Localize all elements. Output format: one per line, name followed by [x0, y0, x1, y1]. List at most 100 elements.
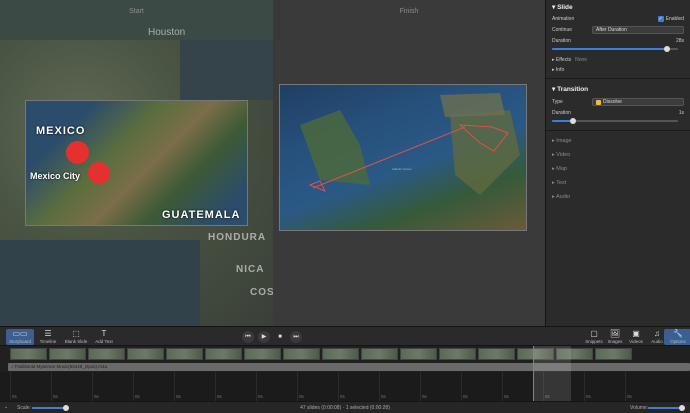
map-label-guatemala: GUATEMALA [162, 209, 241, 221]
section-text[interactable]: ▸ Text [546, 176, 690, 190]
audio-file-name: Traditional Myanmar Music(53448_Opus).m4… [14, 364, 108, 369]
slide-duration-slider[interactable] [552, 46, 684, 52]
slider-fill [648, 407, 681, 409]
section-video[interactable]: ▸ Video [546, 148, 690, 162]
start-label: Start [129, 8, 144, 15]
slide-thumbnail[interactable] [10, 348, 47, 360]
slider-fill [552, 120, 571, 122]
continue-select[interactable]: After Duration [592, 26, 684, 34]
selected-slide-range[interactable] [533, 346, 571, 401]
storyboard-icon: ▭▭ [12, 329, 28, 338]
transition-section-title: Transition [557, 86, 589, 93]
map-label-mexico-city: Mexico City [30, 171, 81, 181]
map-pin-marker[interactable] [88, 162, 110, 184]
stop-button[interactable]: ■ [274, 331, 286, 343]
transition-type-select[interactable]: Dissolve [592, 98, 684, 106]
ruler-tick [625, 372, 626, 401]
section-image[interactable]: ▸ Image [546, 134, 690, 148]
slide-section-header[interactable]: ▾ Slide [546, 0, 690, 14]
slide-thumbnails-row [10, 348, 690, 360]
add-text-button[interactable]: T Add Text [90, 329, 118, 345]
slide-thumbnail[interactable] [400, 348, 437, 360]
slide-duration-label: Duration [552, 38, 571, 44]
timeline-button[interactable]: ☰ Timeline [34, 329, 62, 345]
slide-thumbnail[interactable] [595, 348, 632, 360]
effects-label: Effects [555, 57, 572, 63]
timeline-ruler[interactable]: 0s 0s 0s 0s 0s 0s 0s 0s 0s 0s 0s 0s 0s 0s 0s 0s [0, 372, 690, 401]
slide-thumbnail[interactable] [88, 348, 125, 360]
landmass-europe [440, 93, 505, 117]
slider-knob[interactable] [664, 46, 671, 52]
toolbar-button-label: Videos [629, 339, 643, 344]
checkbox-checked-icon: ✓ [657, 16, 664, 22]
ruler-label: 0s [94, 394, 99, 399]
enabled-checkbox[interactable]: ✓ Enabled [657, 16, 684, 22]
effects-value: None [575, 57, 588, 63]
landmass-europe-africa [450, 110, 520, 195]
inspector-panel: ▾ Slide Animation ✓ Enabled Continue Aft… [545, 0, 690, 326]
toolbar-button-label: Add Text [95, 339, 113, 344]
ruler-label: 0s [258, 394, 263, 399]
toolbar-button-label: Audio [651, 339, 663, 344]
section-map[interactable]: ▸ Map [546, 162, 690, 176]
section-label: Audio [556, 194, 571, 200]
next-slide-button[interactable]: ⏭ [290, 331, 302, 343]
bg-label-houston: Houston [148, 27, 186, 38]
section-label: Image [556, 138, 572, 144]
slide-duration-value: 28s [675, 38, 684, 44]
slide-thumbnail[interactable] [244, 348, 281, 360]
ruler-label: 0s [627, 394, 632, 399]
slide-thumbnail[interactable] [283, 348, 320, 360]
storyboard-button[interactable]: ▭▭ Storyboard [6, 329, 34, 345]
audio-track[interactable]: ♪ Traditional Myanmar Music(53448_Opus).… [8, 363, 690, 371]
slide-thumbnail[interactable] [322, 348, 359, 360]
ruler-tick [215, 372, 216, 401]
transition-duration-slider[interactable] [552, 118, 684, 124]
previous-slide-button[interactable]: ⏮ [242, 331, 254, 343]
ruler-label: 0s [53, 394, 58, 399]
play-button[interactable]: ▶ [258, 331, 270, 343]
effects-disclosure[interactable]: ▸ Effects None [546, 55, 690, 65]
animation-label: Animation [552, 16, 575, 22]
ruler-label: 0s [176, 394, 181, 399]
ruler-tick [10, 372, 11, 401]
playhead[interactable] [533, 346, 534, 401]
slide-canvas[interactable]: Start Houston HONDURA NICA COS MEXICO Me… [0, 0, 545, 326]
wrench-icon: 🔧 [673, 329, 683, 338]
slide-thumbnail[interactable] [478, 348, 515, 360]
slider-knob[interactable] [569, 118, 576, 124]
ruler-tick [92, 372, 93, 401]
finish-map-image[interactable]: Atlantic Ocean [279, 84, 527, 231]
slide-section-title: Slide [557, 4, 573, 11]
options-button[interactable]: 🔧 Options [664, 329, 690, 345]
ruler-label: 0s [299, 394, 304, 399]
start-map-image[interactable]: MEXICO Mexico City GUATEMALA [25, 100, 248, 226]
slide-thumbnail[interactable] [166, 348, 203, 360]
slide-thumbnail[interactable] [49, 348, 86, 360]
info-disclosure[interactable]: ▸ Info [546, 65, 690, 75]
ruler-tick [51, 372, 52, 401]
transition-type-value: Dissolve [603, 98, 622, 105]
transition-duration-value: 1s [678, 110, 684, 116]
slide-thumbnail[interactable] [361, 348, 398, 360]
transition-section-header[interactable]: ▾ Transition [546, 82, 690, 96]
ruler-label: 0s [217, 394, 222, 399]
timeline-panel: ♪ Traditional Myanmar Music(53448_Opus).… [0, 346, 690, 401]
ruler-tick [133, 372, 134, 401]
toolbar-button-label: Timeline [39, 339, 57, 344]
ruler-tick [338, 372, 339, 401]
slider-knob[interactable] [679, 405, 686, 411]
map-pin-marker[interactable] [66, 141, 89, 164]
status-bar: ⌄ Scale: 47 slides (0:00:08) · 1 selecte… [0, 401, 690, 413]
slide-thumbnail[interactable] [127, 348, 164, 360]
section-audio[interactable]: ▸ Audio [546, 190, 690, 204]
ruler-tick [461, 372, 462, 401]
map-label-mexico: MEXICO [36, 125, 86, 137]
volume-slider[interactable] [648, 405, 688, 411]
enabled-label: Enabled [665, 16, 684, 22]
blank-slide-button[interactable]: ⬚ Blank Slide [62, 329, 90, 345]
slide-thumbnail[interactable] [205, 348, 242, 360]
section-label: Video [556, 152, 571, 158]
slide-thumbnail[interactable] [439, 348, 476, 360]
ruler-tick [256, 372, 257, 401]
